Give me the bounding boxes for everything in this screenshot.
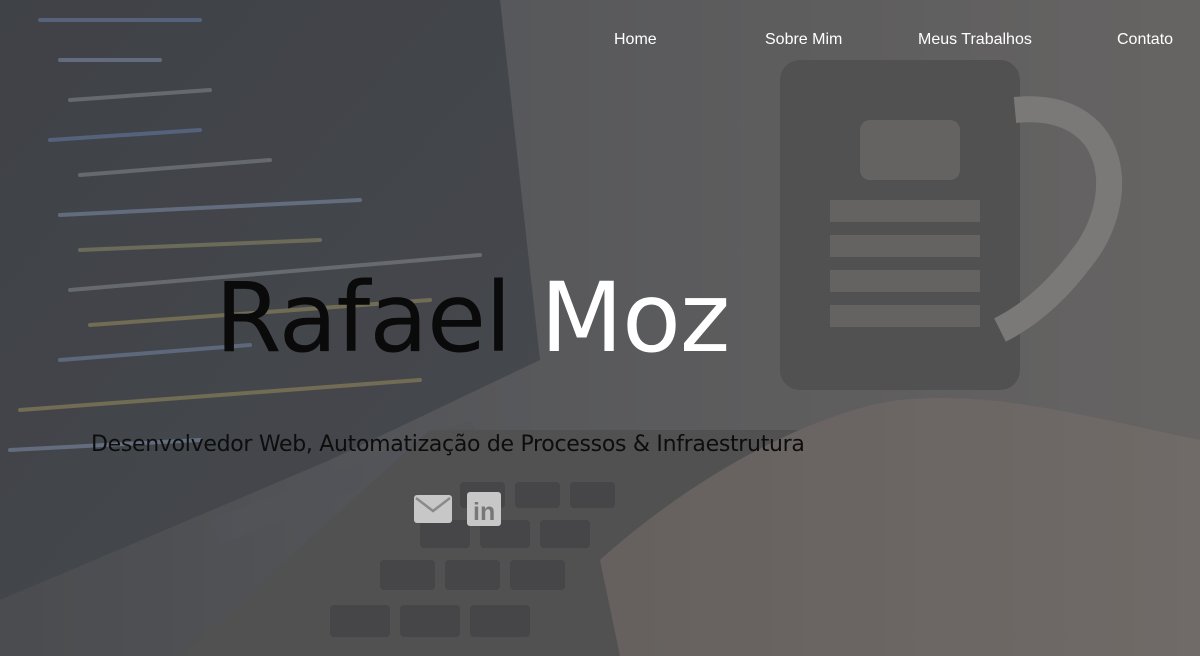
- nav-contact[interactable]: Contato: [1117, 31, 1173, 49]
- main-nav: Home Sobre Mim Meus Trabalhos Contato: [0, 31, 1200, 55]
- nav-works[interactable]: Meus Trabalhos: [918, 31, 1032, 49]
- hero-name: Rafael Moz: [215, 270, 730, 366]
- name-last: Moz: [540, 262, 730, 374]
- linkedin-text: in: [473, 498, 495, 526]
- linkedin-icon[interactable]: in: [467, 491, 501, 527]
- hero-subtitle: Desenvolvedor Web, Automatização de Proc…: [91, 432, 805, 457]
- hero-section: Home Sobre Mim Meus Trabalhos Contato Ra…: [0, 0, 1200, 656]
- envelope-icon[interactable]: [414, 491, 452, 525]
- nav-about[interactable]: Sobre Mim: [765, 31, 842, 49]
- name-first: Rafael: [215, 262, 512, 374]
- nav-home[interactable]: Home: [614, 31, 657, 49]
